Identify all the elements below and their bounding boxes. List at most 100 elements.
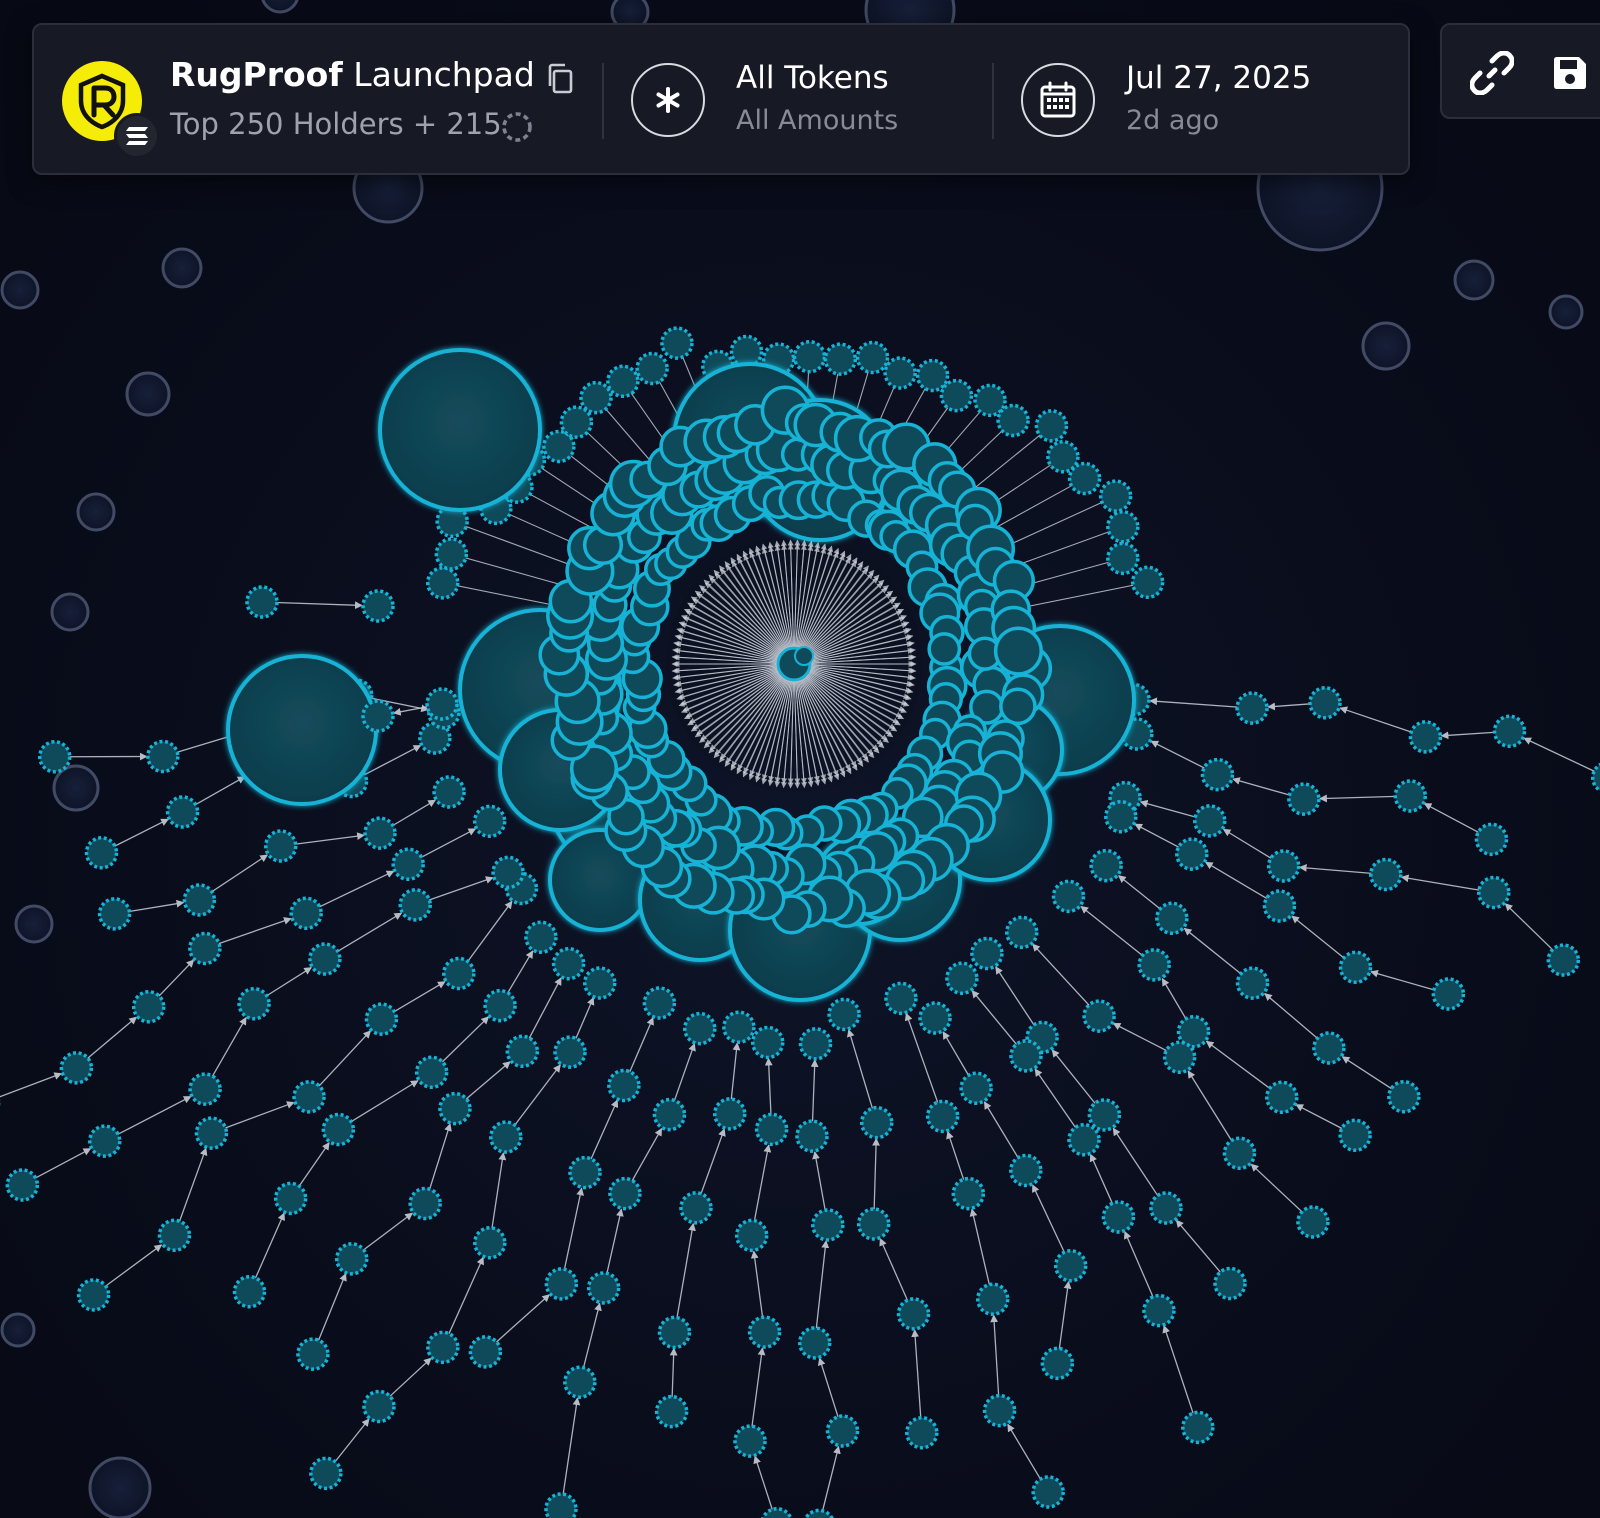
holder-node[interactable] (483, 988, 517, 1023)
transfer-edge[interactable] (1161, 977, 1187, 1020)
holder-node[interactable] (1338, 950, 1373, 985)
holder-node[interactable] (734, 1218, 769, 1253)
holder-node[interactable] (652, 1097, 687, 1132)
inactive-holder-bubble[interactable] (125, 371, 171, 417)
transfer-edge[interactable] (506, 950, 534, 994)
transfer-edge[interactable] (751, 1347, 766, 1428)
holder-node[interactable] (361, 699, 395, 733)
holder-node[interactable] (1009, 1153, 1043, 1188)
holder-node[interactable] (1155, 901, 1189, 936)
transfer-edge[interactable] (1250, 1163, 1304, 1213)
holder-node[interactable] (425, 566, 460, 600)
transfer-edge[interactable] (217, 917, 292, 945)
transfer-edge[interactable] (1134, 823, 1180, 849)
transfer-edge[interactable] (1150, 740, 1206, 769)
holder-node[interactable] (442, 956, 476, 991)
holder-node[interactable] (273, 1181, 308, 1216)
holder-node[interactable] (1235, 966, 1270, 1000)
transfer-edge[interactable] (872, 1137, 880, 1211)
transfer-edge[interactable] (750, 1250, 764, 1319)
transfer-edge[interactable] (1339, 706, 1413, 734)
holder-node[interactable] (823, 342, 858, 376)
holder-node[interactable] (363, 816, 397, 850)
holder-node[interactable] (438, 1091, 472, 1126)
transfer-edge[interactable] (392, 705, 429, 716)
holder-node[interactable] (468, 1335, 503, 1369)
holder-node[interactable] (586, 1271, 621, 1305)
transfer-edge[interactable] (764, 1057, 773, 1116)
transfer-edge[interactable] (428, 876, 494, 901)
inactive-holder-bubble[interactable] (261, 0, 299, 14)
transfer-edge[interactable] (971, 989, 1018, 1046)
inactive-holder-bubble[interactable] (0, 270, 40, 310)
transfer-edge[interactable] (428, 1123, 452, 1191)
transfer-edge[interactable] (1523, 737, 1596, 773)
transfer-edge[interactable] (1080, 905, 1144, 957)
holder-node[interactable] (750, 1025, 785, 1060)
transfer-edge[interactable] (224, 1101, 295, 1129)
transfer-edge[interactable] (1123, 1230, 1154, 1298)
transfer-edge[interactable] (590, 1099, 619, 1161)
transfer-edge[interactable] (466, 900, 513, 963)
holder-node[interactable] (1431, 977, 1466, 1011)
transfer-edge[interactable] (1034, 1068, 1077, 1129)
transfer-edge[interactable] (669, 1347, 678, 1398)
transfer-edge[interactable] (275, 601, 363, 610)
transfer-edge[interactable] (157, 959, 195, 998)
transfer-edge[interactable] (441, 1016, 490, 1063)
holder-node[interactable] (1142, 1293, 1176, 1328)
transfer-edge[interactable] (879, 1237, 909, 1302)
holder-node[interactable] (1477, 875, 1511, 910)
holder-node[interactable] (524, 920, 558, 954)
transfer-edge[interactable] (815, 1240, 830, 1330)
transfer-edge[interactable] (393, 981, 446, 1013)
transfer-edge[interactable] (995, 966, 1035, 1027)
transfer-edge[interactable] (969, 1208, 991, 1286)
transfer-edge[interactable] (846, 1028, 874, 1110)
holder-node[interactable] (309, 1456, 343, 1491)
transfer-edge[interactable] (700, 1128, 726, 1195)
lock-icon[interactable] (794, 646, 814, 666)
holder-node[interactable] (188, 931, 222, 966)
holder-node[interactable] (1098, 479, 1133, 513)
holder-node[interactable] (237, 986, 271, 1021)
holder-node[interactable] (993, 626, 1043, 676)
holder-node[interactable] (975, 1282, 1010, 1316)
transfer-edge[interactable] (1089, 1153, 1114, 1205)
holder-node[interactable] (1387, 1079, 1421, 1114)
holder-node[interactable] (245, 585, 279, 619)
transfer-edge[interactable] (1319, 794, 1397, 803)
transfer-edge[interactable] (34, 1148, 92, 1179)
holder-node[interactable] (825, 1414, 860, 1448)
transfer-edge[interactable] (574, 997, 595, 1040)
holder-node[interactable] (308, 942, 342, 976)
transfer-edge[interactable] (1295, 1104, 1343, 1130)
transfer-edge[interactable] (817, 1357, 839, 1418)
holder-node[interactable] (165, 795, 200, 829)
holder-node[interactable] (1492, 714, 1527, 749)
transfer-edge[interactable] (911, 1329, 922, 1419)
holder-node[interactable] (1031, 1475, 1065, 1509)
holder-node[interactable] (797, 1326, 832, 1360)
holder-node[interactable] (1067, 461, 1102, 496)
token-filter[interactable]: All Tokens (736, 60, 889, 96)
holder-node[interactable] (364, 1002, 399, 1036)
transfer-edge[interactable] (631, 1127, 663, 1182)
transfer-edge[interactable] (1007, 1423, 1042, 1481)
holder-node[interactable] (1308, 686, 1342, 720)
holder-node[interactable] (391, 847, 425, 881)
transfer-edge[interactable] (1400, 874, 1481, 891)
holder-node[interactable] (795, 1119, 829, 1153)
transfer-edge[interactable] (1149, 697, 1239, 708)
transfer-edge[interactable] (1204, 861, 1268, 900)
calendar-icon[interactable] (1021, 63, 1095, 137)
inactive-holder-bubble[interactable] (14, 904, 54, 944)
transfer-edge[interactable] (1112, 1127, 1159, 1197)
holder-node[interactable] (884, 981, 918, 1016)
holder-node[interactable] (607, 1068, 641, 1103)
transfer-edge[interactable] (349, 1080, 419, 1123)
holder-node[interactable] (1067, 1122, 1101, 1157)
transfer-edge[interactable] (211, 1016, 247, 1078)
transfer-edge[interactable] (420, 828, 477, 859)
holder-node[interactable] (1106, 541, 1140, 576)
